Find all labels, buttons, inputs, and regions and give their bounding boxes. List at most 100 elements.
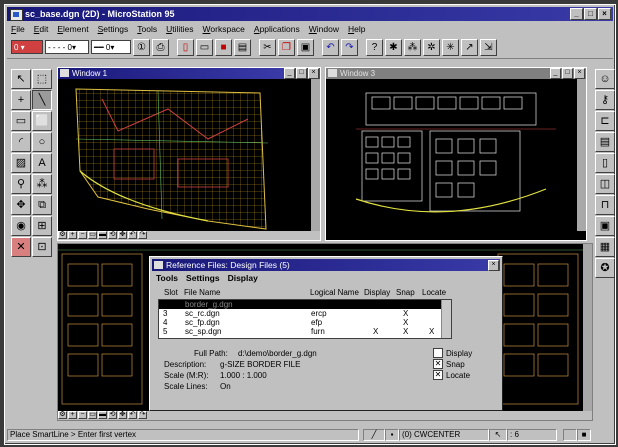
view-1-drawing[interactable]	[58, 79, 311, 231]
redo-icon[interactable]: ↷	[341, 38, 358, 56]
measure-tool-icon[interactable]: ⁂	[32, 174, 52, 194]
point-tool-icon[interactable]: +	[11, 90, 31, 110]
zoom-in-icon[interactable]: +	[68, 231, 77, 239]
view-attributes-icon[interactable]: ▣	[595, 216, 615, 236]
view-level-icon[interactable]: ▦	[595, 237, 615, 257]
snap-checkbox[interactable]: ✕ Snap	[433, 359, 465, 369]
cell-tool-icon[interactable]: ▨	[11, 153, 31, 173]
display-checkbox-box[interactable]	[433, 348, 443, 358]
table-row[interactable]: 3 sc_rc.dgn ercp X	[159, 309, 442, 318]
help-icon[interactable]: ?	[366, 38, 383, 56]
lock-icon[interactable]: ▪	[385, 428, 399, 441]
pointer-icon[interactable]: ↗	[461, 38, 478, 56]
dialog-menu-display[interactable]: Display	[228, 273, 258, 283]
view-window-1[interactable]: Window 1 _ □ × ⚙ + − ▭ ▬ ⟲ ✥ ↶ ↷	[57, 67, 321, 241]
grid-icon[interactable]: ⁂	[404, 38, 421, 56]
table-row[interactable]: border_g.dgn	[159, 300, 442, 309]
view-next-icon[interactable]: ↷	[138, 231, 147, 239]
dialog-menu-tools[interactable]: Tools	[156, 273, 178, 283]
compass-icon[interactable]: ✪	[595, 258, 615, 278]
fit-view-icon[interactable]: ▬	[98, 411, 107, 419]
plot-icon[interactable]: ▤	[234, 38, 251, 56]
rotate-view-icon[interactable]: ⟲	[108, 411, 117, 419]
view-window-3[interactable]: Window 3 _ □ ×	[325, 67, 587, 241]
update-icon[interactable]: ⚙	[58, 411, 67, 419]
view-previous-icon[interactable]: ↶	[128, 411, 137, 419]
view-1-minimize-button[interactable]: _	[284, 68, 295, 79]
maximize-button[interactable]: □	[584, 8, 597, 20]
app-title-bar[interactable]: sc_base.dgn (2D) - MicroStation 95 _ □ ×	[7, 7, 613, 21]
dialog-title-bar[interactable]: Reference Files: Design Files (5) ×	[152, 259, 500, 271]
zoom-out-icon[interactable]: −	[78, 411, 87, 419]
view-3-vscroll[interactable]	[577, 79, 586, 231]
dimension-tool-icon[interactable]: ⚲	[11, 174, 31, 194]
line-tool-icon[interactable]: ╲	[32, 90, 52, 110]
color-combo[interactable]: 0 ▾	[11, 40, 43, 54]
circle-tool-icon[interactable]: ○	[32, 132, 52, 152]
print-icon[interactable]: ⎙	[152, 38, 169, 56]
menu-element[interactable]: Element	[57, 24, 88, 34]
update-icon[interactable]: ⚙	[58, 231, 67, 239]
active-level-field[interactable]: (0) CWCENTER	[399, 428, 489, 441]
view-next-icon[interactable]: ↷	[138, 411, 147, 419]
view-3-maximize-button[interactable]: □	[562, 68, 573, 79]
manipulate-tool-icon[interactable]: ⊡	[32, 237, 52, 257]
view-2-vscroll[interactable]	[583, 244, 592, 411]
table-row[interactable]: 5 sc_sp.dgn furn X X X	[159, 327, 442, 336]
menu-applications[interactable]: Applications	[254, 24, 300, 34]
zoom-in-icon[interactable]: +	[68, 411, 77, 419]
drop-icon[interactable]: ⇲	[480, 38, 497, 56]
user-icon[interactable]: ☺	[595, 69, 615, 89]
view-rotate-icon[interactable]: ⊏	[595, 111, 615, 131]
rotate-view-icon[interactable]: ⟲	[108, 231, 117, 239]
dialog-close-button[interactable]: ×	[488, 260, 499, 271]
paste-icon[interactable]: ▣	[297, 38, 314, 56]
menu-workspace[interactable]: Workspace	[203, 24, 245, 34]
view-window-icon[interactable]: ▯	[595, 153, 615, 173]
snap-checkbox-box[interactable]: ✕	[433, 359, 443, 369]
level-manager-icon[interactable]: ①	[133, 38, 150, 56]
copy-icon[interactable]: ❐	[278, 38, 295, 56]
snap-icon[interactable]: ✱	[385, 38, 402, 56]
view-fit-icon[interactable]: ▤	[595, 132, 615, 152]
modify-tool-icon[interactable]: ◉	[11, 216, 31, 236]
group-tool-icon[interactable]: ⊞	[32, 216, 52, 236]
menu-tools[interactable]: Tools	[137, 24, 157, 34]
view-3-close-button[interactable]: ×	[574, 68, 585, 79]
pan-icon[interactable]: ✥	[118, 231, 127, 239]
locate-checkbox-box[interactable]: ✕	[433, 370, 443, 380]
view-previous-icon[interactable]: ↶	[128, 231, 137, 239]
fit-view-icon[interactable]: ▬	[98, 231, 107, 239]
arc-tool-icon[interactable]: ◜	[11, 132, 31, 152]
linestyle-combo[interactable]: - - - - 0 ▾	[45, 40, 89, 54]
minimize-button[interactable]: _	[570, 8, 583, 20]
menu-edit[interactable]: Edit	[34, 24, 49, 34]
copy-tool-icon[interactable]: ⧉	[32, 195, 52, 215]
pan-icon[interactable]: ✥	[118, 411, 127, 419]
menu-file[interactable]: File	[11, 24, 25, 34]
menu-window[interactable]: Window	[309, 24, 339, 34]
view-1-close-button[interactable]: ×	[308, 68, 319, 79]
zoom-out-icon[interactable]: −	[78, 231, 87, 239]
view-3-minimize-button[interactable]: _	[550, 68, 561, 79]
move-tool-icon[interactable]: ✥	[11, 195, 31, 215]
view-section-icon[interactable]: ◫	[595, 174, 615, 194]
text-tool-icon[interactable]: A	[32, 153, 52, 173]
list-scrollbar[interactable]	[441, 300, 451, 338]
tentative-icon[interactable]: ✳	[442, 38, 459, 56]
new-file-icon[interactable]: ▯	[177, 38, 194, 56]
view-1-title-bar[interactable]: Window 1 _ □ ×	[58, 68, 320, 79]
view-3-drawing[interactable]	[326, 79, 577, 231]
view-1-maximize-button[interactable]: □	[296, 68, 307, 79]
view-save-icon[interactable]: ⊓	[595, 195, 615, 215]
select-tool-icon[interactable]: ↖	[11, 69, 31, 89]
view-1-vscroll[interactable]	[311, 79, 320, 231]
table-row[interactable]: 4 sc_fp.dgn efp X	[159, 318, 442, 327]
locate-checkbox[interactable]: ✕ Locate	[433, 370, 470, 380]
menu-utilities[interactable]: Utilities	[166, 24, 193, 34]
key-icon[interactable]: ⚷	[595, 90, 615, 110]
menu-help[interactable]: Help	[348, 24, 365, 34]
cut-icon[interactable]: ✂	[259, 38, 276, 56]
accudraw-icon[interactable]: ✲	[423, 38, 440, 56]
close-button[interactable]: ×	[598, 8, 611, 20]
